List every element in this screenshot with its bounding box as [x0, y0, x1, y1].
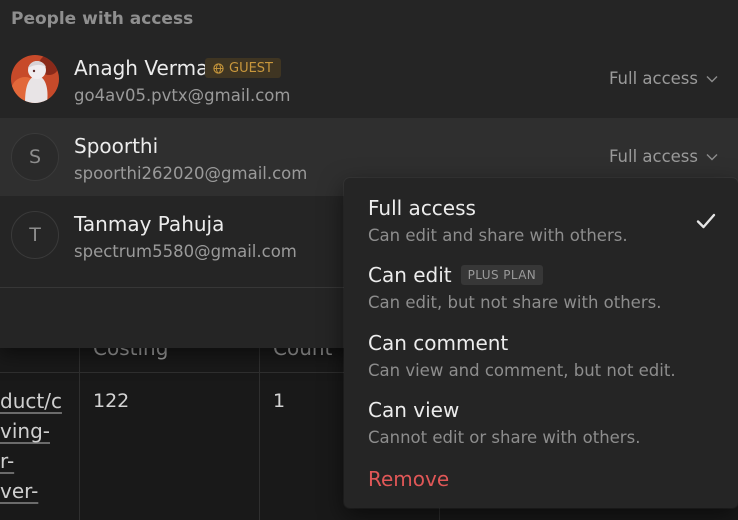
- access-label: Full access: [608, 69, 698, 88]
- person-name: Anagh Verma: [74, 56, 209, 80]
- access-label: Full access: [608, 147, 698, 166]
- person-email: go4av05.pvtx@gmail.com: [74, 86, 291, 105]
- person-row[interactable]: Anagh Verma GUEST go4av05.pvtx@gmail.com…: [0, 40, 738, 118]
- guest-badge: GUEST: [205, 58, 281, 78]
- guest-badge-label: GUEST: [229, 60, 273, 76]
- person-name: Spoorthi: [74, 134, 159, 158]
- link-text: ver-: [0, 479, 39, 503]
- person-email: spectrum5580@gmail.com: [74, 242, 297, 261]
- column-divider: [79, 330, 80, 520]
- avatar: [11, 55, 59, 103]
- permission-dropdown: Full access Can edit and share with othe…: [344, 178, 738, 508]
- option-title: Can view: [368, 398, 459, 422]
- option-title-text: Can comment: [368, 331, 509, 355]
- remove-button[interactable]: Remove: [368, 467, 449, 491]
- option-can-edit[interactable]: Can edit PLUS PLAN Can edit, but not sha…: [368, 263, 738, 327]
- option-title-text: Can view: [368, 398, 460, 422]
- section-title: People with access: [11, 9, 194, 29]
- access-select[interactable]: Full access: [609, 147, 718, 166]
- option-description: Can edit, but not share with others.: [368, 293, 662, 312]
- option-title: Can edit PLUS PLAN: [368, 263, 544, 287]
- chevron-down-icon: [706, 153, 718, 160]
- plan-badge: PLUS PLAN: [460, 265, 544, 285]
- cell-costing[interactable]: 122: [93, 390, 129, 412]
- link-text: duct/c: [0, 389, 62, 413]
- option-title-text: Can edit: [368, 263, 452, 287]
- option-can-view[interactable]: Can view Cannot edit or share with other…: [368, 398, 738, 462]
- column-divider: [259, 330, 260, 520]
- option-description: Can edit and share with others.: [368, 226, 628, 245]
- link-text: r-: [0, 449, 15, 473]
- avatar: T: [11, 211, 59, 259]
- check-icon: [696, 213, 716, 229]
- option-title: Full access: [368, 196, 476, 220]
- option-description: Can view and comment, but not edit.: [368, 361, 676, 380]
- option-description: Cannot edit or share with others.: [368, 428, 641, 447]
- avatar: S: [11, 133, 59, 181]
- link-text: ving-: [0, 419, 50, 443]
- option-title: Can comment: [368, 331, 508, 355]
- person-name: Tanmay Pahuja: [74, 212, 225, 236]
- link-cell[interactable]: duct/c ving- r- ver-: [0, 386, 70, 506]
- chevron-down-icon: [706, 75, 718, 82]
- globe-icon: [213, 62, 224, 74]
- person-email: spoorthi262020@gmail.com: [74, 164, 308, 183]
- option-full-access[interactable]: Full access Can edit and share with othe…: [368, 196, 738, 260]
- option-title-text: Full access: [368, 196, 476, 220]
- cell-count[interactable]: 1: [273, 390, 285, 412]
- access-select[interactable]: Full access: [609, 69, 718, 88]
- option-can-comment[interactable]: Can comment Can view and comment, but no…: [368, 331, 738, 395]
